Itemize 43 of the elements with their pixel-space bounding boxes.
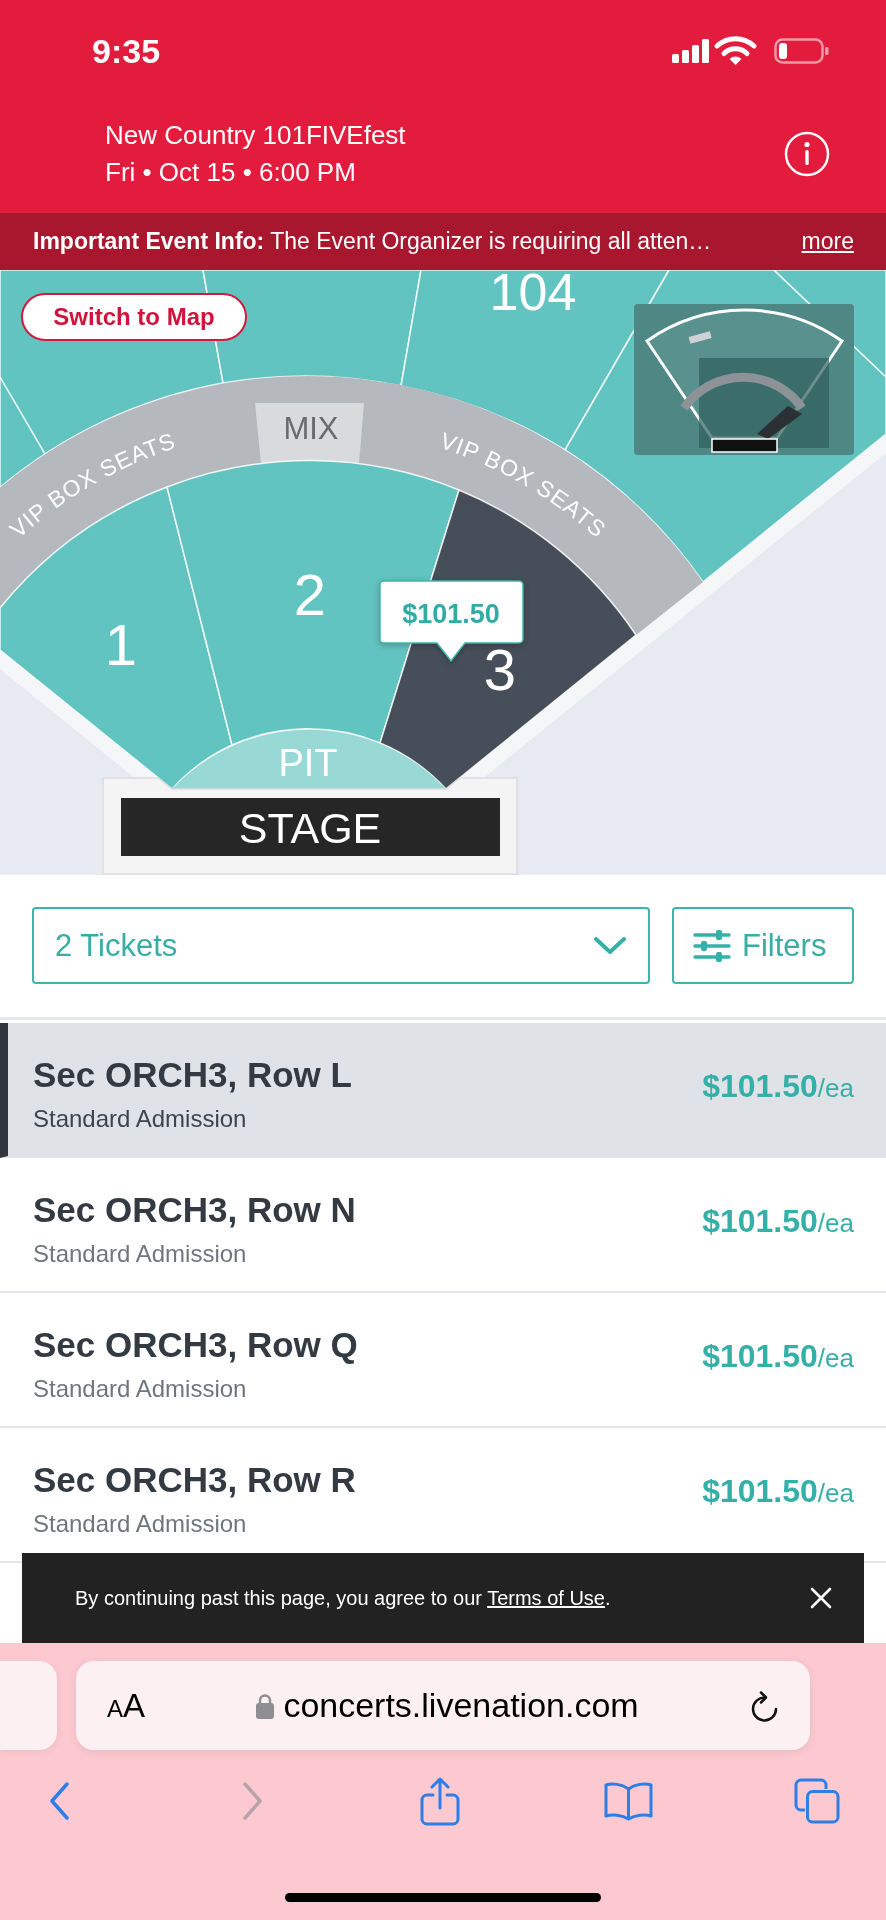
listing-subtitle: Standard Admission <box>33 1104 248 1134</box>
listing-subtitle: Standard Admission <box>33 1374 248 1404</box>
listing-title: Sec ORCH3, Row Q <box>33 1325 358 1365</box>
event-info-text: Important Event Info: The Event Organizer is requiring all atten… <box>33 228 712 255</box>
section-label: 1 <box>104 612 138 677</box>
reload-icon[interactable] <box>750 1689 780 1722</box>
wifi-icon <box>713 34 758 67</box>
listing-subtitle: Standard Admission <box>33 1239 248 1269</box>
signal-icon <box>672 38 711 63</box>
ticket-listing[interactable]: Sec ORCH3, Row L Standard Admission $101.50/ea <box>0 1023 886 1158</box>
listing-subtitle: Standard Admission <box>33 1509 248 1539</box>
address-bar[interactable]: AA concerts.livenation.com <box>76 1661 810 1750</box>
listing-title: Sec ORCH3, Row N <box>33 1190 356 1230</box>
event-date: Fri • Oct 15 • 6:00 PM <box>105 156 357 189</box>
share-icon[interactable] <box>420 1776 460 1826</box>
event-title: New Country 101FIVEfest <box>105 119 406 152</box>
book-icon[interactable] <box>604 1781 653 1821</box>
stage: STAGE <box>121 798 500 856</box>
section-label: PIT <box>278 742 338 784</box>
listing-title: Sec ORCH3, Row R <box>33 1460 356 1500</box>
back-icon[interactable] <box>49 1782 70 1820</box>
url-text: concerts.livenation.com <box>283 1686 639 1725</box>
battery-icon <box>774 37 829 64</box>
section-label: 104 <box>489 270 577 321</box>
listing-price: $101.50/ea <box>702 1475 854 1511</box>
section-label: MIX <box>283 411 339 446</box>
text-size-button[interactable]: AA <box>107 1686 146 1725</box>
status-time: 9:35 <box>92 30 161 71</box>
info-icon[interactable] <box>784 131 830 177</box>
lock-icon <box>256 1692 275 1719</box>
chevron-down-icon <box>594 936 626 955</box>
close-icon[interactable] <box>810 1587 832 1609</box>
cookie-notice-text: By continuing past this page, you agree to our Terms of Use. <box>75 1586 611 1610</box>
terms-of-use-link[interactable]: Terms of Use <box>487 1586 605 1609</box>
section-label: 2 <box>293 562 327 627</box>
listing-title: Sec ORCH3, Row L <box>33 1055 352 1095</box>
listing-price: $101.50/ea <box>702 1340 854 1376</box>
sliders-icon <box>693 929 731 962</box>
listing-price: $101.50/ea <box>702 1205 854 1241</box>
tabs-icon[interactable] <box>794 1778 840 1824</box>
more-link[interactable]: more <box>801 228 854 255</box>
switch-to-map-button[interactable]: Switch to Map <box>21 293 247 341</box>
listing-price: $101.50/ea <box>702 1070 854 1106</box>
